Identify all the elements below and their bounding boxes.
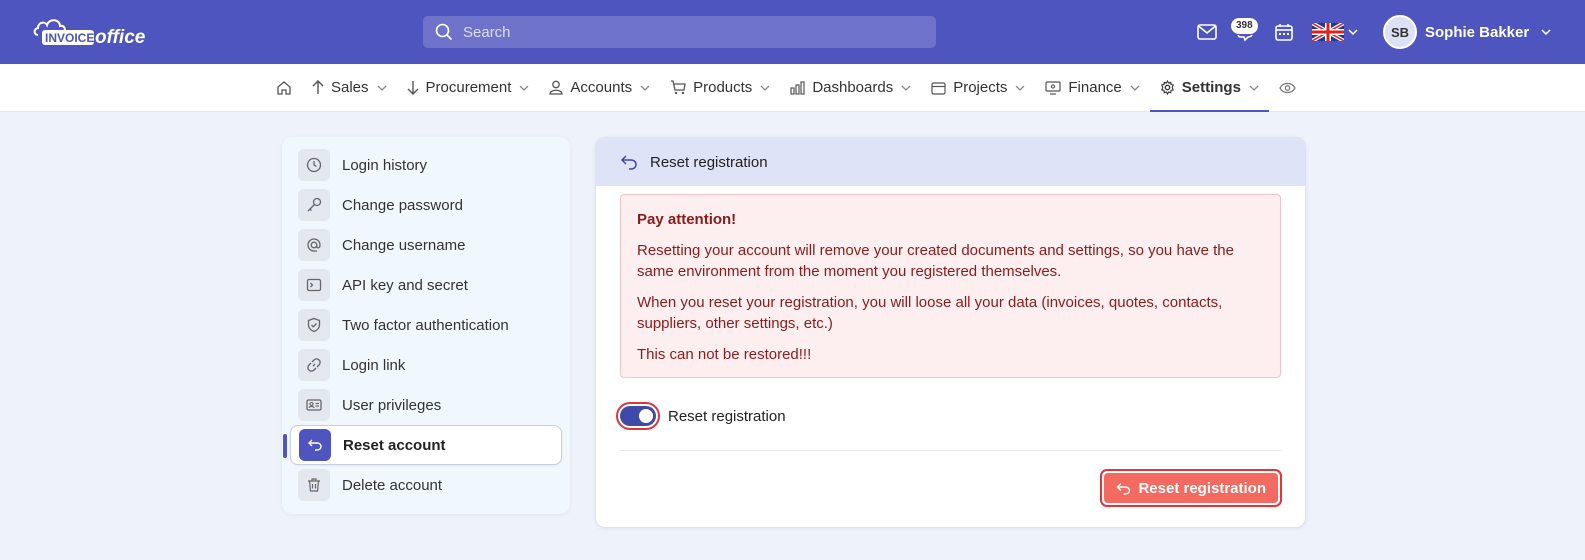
trash-icon bbox=[298, 469, 330, 501]
notification-badge: 398 bbox=[1230, 17, 1259, 35]
panel-header: Reset registration bbox=[596, 138, 1305, 186]
nav-products[interactable]: Products bbox=[660, 64, 780, 111]
search-input[interactable] bbox=[463, 23, 903, 41]
chevron-down-icon bbox=[760, 85, 770, 91]
reset-registration-toggle[interactable] bbox=[616, 402, 660, 430]
svg-text:INVOICE: INVOICE bbox=[45, 31, 94, 45]
sidebar-item-label: API key and secret bbox=[342, 276, 468, 294]
reset-toggle-row: Reset registration bbox=[616, 402, 1305, 430]
monitor-icon bbox=[1045, 80, 1061, 95]
user-menu[interactable]: SB Sophie Bakker bbox=[1383, 15, 1551, 49]
invoiceoffice-logo[interactable]: INVOICE office bbox=[32, 13, 177, 49]
language-chevron-down-icon[interactable] bbox=[1346, 20, 1360, 44]
alert-title: Pay attention! bbox=[637, 211, 737, 228]
sidebar-item-label: Change password bbox=[342, 196, 463, 214]
toggle-label: Reset registration bbox=[668, 407, 786, 425]
main-nav: Sales Procurement Accounts Products Dash… bbox=[0, 64, 1585, 112]
user-icon bbox=[549, 80, 564, 95]
panel-title: Reset registration bbox=[650, 153, 768, 171]
warning-alert: Pay attention! Resetting your account wi… bbox=[620, 194, 1281, 378]
nav-label: Products bbox=[693, 79, 753, 96]
reset-button-focus-ring: Reset registration bbox=[1100, 469, 1282, 507]
nav-projects[interactable]: Projects bbox=[921, 64, 1035, 111]
cart-icon bbox=[670, 80, 686, 95]
nav-label: Dashboards bbox=[812, 79, 894, 96]
settings-sidebar: Login history Change password Change use… bbox=[282, 137, 570, 514]
svg-text:office: office bbox=[95, 27, 146, 48]
sidebar-item-label: Change username bbox=[342, 236, 466, 254]
key-icon bbox=[298, 189, 330, 221]
sidebar-item-api-key[interactable]: API key and secret bbox=[290, 265, 562, 305]
calendar-icon bbox=[931, 81, 946, 95]
nav-label: Sales bbox=[331, 79, 369, 96]
bar-chart-icon bbox=[790, 80, 805, 95]
nav-sales[interactable]: Sales bbox=[302, 64, 397, 111]
reset-registration-panel: Reset registration Pay attention! Resett… bbox=[595, 137, 1306, 528]
sidebar-item-change-password[interactable]: Change password bbox=[290, 185, 562, 225]
sidebar-item-login-link[interactable]: Login link bbox=[290, 345, 562, 385]
sidebar-item-change-username[interactable]: Change username bbox=[290, 225, 562, 265]
chevron-down-icon bbox=[1130, 85, 1140, 91]
sidebar-item-two-factor[interactable]: Two factor authentication bbox=[290, 305, 562, 345]
nav-dashboards[interactable]: Dashboards bbox=[780, 64, 921, 111]
undo-icon bbox=[1116, 482, 1131, 495]
top-bar: INVOICE office 398 SB Sophie Bakke bbox=[0, 0, 1585, 64]
nav-finance[interactable]: Finance bbox=[1035, 64, 1149, 111]
home-icon bbox=[276, 80, 292, 96]
sidebar-item-label: Login history bbox=[342, 156, 428, 174]
undo-icon bbox=[620, 154, 638, 170]
link-icon bbox=[298, 349, 330, 381]
sidebar-item-user-privileges[interactable]: User privileges bbox=[290, 385, 562, 425]
nav-label: Finance bbox=[1068, 79, 1122, 96]
uk-flag-icon[interactable] bbox=[1312, 23, 1344, 41]
nav-procurement[interactable]: Procurement bbox=[397, 64, 540, 111]
search-bar[interactable] bbox=[423, 16, 936, 48]
calendar-icon[interactable] bbox=[1272, 20, 1296, 44]
user-name: Sophie Bakker bbox=[1425, 23, 1530, 41]
chevron-down-icon bbox=[640, 85, 650, 91]
terminal-icon bbox=[298, 269, 330, 301]
nav-label: Projects bbox=[953, 79, 1008, 96]
nav-home[interactable] bbox=[272, 64, 302, 111]
avatar: SB bbox=[1383, 15, 1417, 49]
chevron-down-icon bbox=[1249, 85, 1259, 91]
alert-text: Resetting your account will remove your … bbox=[637, 242, 1234, 280]
chevron-down-icon bbox=[519, 85, 529, 91]
nav-settings[interactable]: Settings bbox=[1149, 64, 1270, 112]
alert-text: When you reset your registration, you wi… bbox=[637, 294, 1223, 332]
nav-label: Procurement bbox=[425, 79, 512, 96]
shield-icon bbox=[298, 309, 330, 341]
mail-icon[interactable] bbox=[1195, 20, 1219, 44]
user-chevron-down-icon bbox=[1541, 29, 1551, 35]
arrow-down-icon bbox=[407, 80, 419, 95]
sidebar-item-login-history[interactable]: Login history bbox=[290, 145, 562, 185]
chevron-down-icon bbox=[1015, 85, 1025, 91]
sidebar-item-label: User privileges bbox=[342, 396, 442, 414]
sidebar-item-delete-account[interactable]: Delete account bbox=[290, 465, 562, 505]
nav-label: Settings bbox=[1181, 79, 1241, 96]
undo-icon bbox=[299, 429, 331, 461]
nav-preview[interactable] bbox=[1269, 64, 1306, 111]
sidebar-item-label: Reset account bbox=[343, 436, 446, 454]
at-icon bbox=[298, 229, 330, 261]
reset-registration-button[interactable]: Reset registration bbox=[1104, 473, 1278, 503]
sidebar-item-reset-account[interactable]: Reset account bbox=[283, 425, 562, 465]
clock-icon bbox=[298, 149, 330, 181]
id-card-icon bbox=[298, 389, 330, 421]
nav-label: Accounts bbox=[570, 79, 633, 96]
button-label: Reset registration bbox=[1138, 479, 1266, 497]
chevron-down-icon bbox=[901, 85, 911, 91]
nav-accounts[interactable]: Accounts bbox=[539, 64, 660, 111]
eye-icon bbox=[1279, 82, 1296, 94]
alert-text: This can not be restored!!! bbox=[637, 346, 812, 363]
gear-icon bbox=[1160, 80, 1175, 95]
arrow-up-icon bbox=[312, 80, 324, 95]
divider bbox=[620, 450, 1281, 451]
sidebar-item-label: Two factor authentication bbox=[342, 316, 509, 334]
search-icon bbox=[435, 23, 453, 41]
sidebar-item-label: Delete account bbox=[342, 476, 443, 494]
sidebar-item-label: Login link bbox=[342, 356, 406, 374]
toggle-switch[interactable] bbox=[620, 406, 656, 426]
chevron-down-icon bbox=[377, 85, 387, 91]
